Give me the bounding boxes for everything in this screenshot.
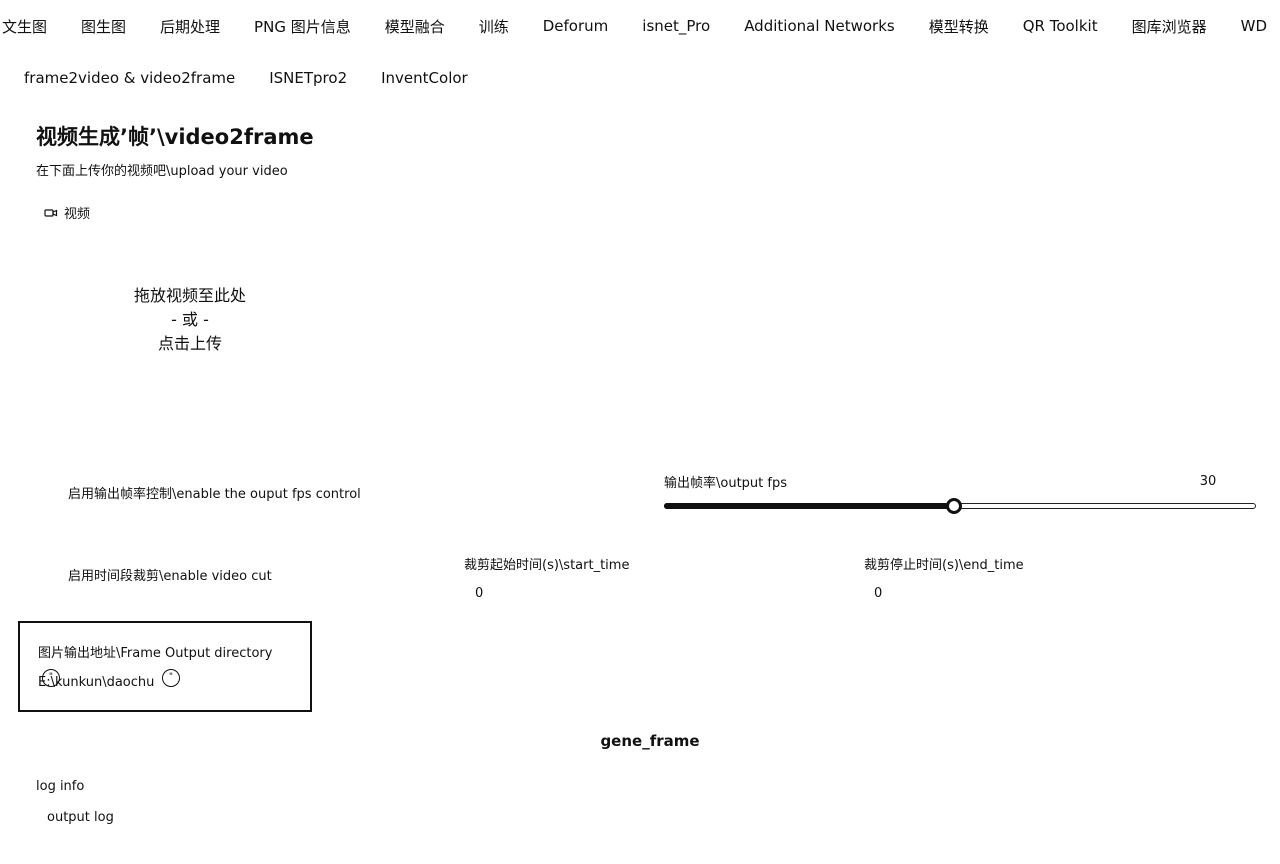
fps-slider[interactable] bbox=[664, 498, 1256, 514]
tab-model-converter[interactable]: 模型转换 bbox=[929, 16, 989, 37]
fps-slider-label: 输出帧率\output fps bbox=[664, 476, 787, 491]
tab-deforum[interactable]: Deforum bbox=[543, 17, 609, 35]
tab-image-browser[interactable]: 图库浏览器 bbox=[1132, 16, 1207, 37]
tab-checkpoint-merger[interactable]: 模型融合 bbox=[385, 16, 445, 37]
output-directory-panel: 图片输出地址\Frame Output directory " " bbox=[18, 621, 312, 712]
subtab-isnetpro2[interactable]: ISNETpro2 bbox=[269, 69, 347, 87]
video-upload-label: 视频 bbox=[44, 203, 90, 222]
video-drop-zone[interactable]: 拖放视频至此处 - 或 - 点击上传 bbox=[40, 284, 340, 364]
video-cut-checkbox[interactable]: 启用时间段裁剪\enable video cut bbox=[68, 565, 272, 584]
open-quote-icon: " bbox=[42, 669, 60, 687]
drop-text-line1: 拖放视频至此处 bbox=[133, 286, 246, 305]
tab-wd[interactable]: WD bbox=[1241, 17, 1267, 35]
tab-qr-toolkit[interactable]: QR Toolkit bbox=[1023, 17, 1098, 35]
output-directory-label: 图片输出地址\Frame Output directory bbox=[38, 646, 273, 661]
tab-train[interactable]: 训练 bbox=[479, 16, 509, 37]
subtab-frame2video[interactable]: frame2video & video2frame bbox=[24, 69, 235, 87]
page: 文生图 图生图 后期处理 PNG 图片信息 模型融合 训练 Deforum is… bbox=[0, 0, 1280, 864]
end-time-input[interactable]: 0 bbox=[874, 586, 994, 601]
drop-text-line3: 点击上传 bbox=[157, 334, 222, 353]
tab-png-info[interactable]: PNG 图片信息 bbox=[254, 16, 351, 37]
subtab-inventcolor[interactable]: InventColor bbox=[381, 69, 468, 87]
video-label-text: 视频 bbox=[64, 207, 91, 222]
fps-control-checkbox[interactable]: 启用输出帧率控制\enable the ouput fps control bbox=[68, 483, 361, 502]
tab-extras[interactable]: 后期处理 bbox=[160, 16, 220, 37]
tab-additional-networks[interactable]: Additional Networks bbox=[744, 17, 895, 35]
tab-txt2img[interactable]: 文生图 bbox=[2, 16, 47, 37]
tab-isnet-pro[interactable]: isnet_Pro bbox=[642, 17, 710, 35]
slider-fill bbox=[664, 503, 955, 509]
tab-img2img[interactable]: 图生图 bbox=[81, 16, 126, 37]
log-info-label: log info bbox=[36, 779, 85, 794]
sub-tab-bar: frame2video & video2frame ISNETpro2 Inve… bbox=[24, 66, 468, 90]
start-time-input[interactable]: 0 bbox=[475, 586, 595, 601]
top-tab-bar: 文生图 图生图 后期处理 PNG 图片信息 模型融合 训练 Deforum is… bbox=[0, 0, 1280, 52]
fps-value-input[interactable]: 30 bbox=[1192, 474, 1224, 489]
close-quote-icon: " bbox=[162, 669, 180, 687]
slider-thumb[interactable] bbox=[946, 498, 963, 514]
section-title: 视频生成’帧’\video2frame bbox=[36, 125, 314, 149]
video-camera-icon bbox=[44, 207, 58, 219]
start-time-label: 裁剪起始时间(s)\start_time bbox=[464, 558, 630, 573]
output-log-textbox[interactable]: output log bbox=[47, 810, 114, 825]
gene-frame-button[interactable]: gene_frame bbox=[560, 728, 740, 754]
end-time-label: 裁剪停止时间(s)\end_time bbox=[864, 558, 1024, 573]
drop-text-line2: - 或 - bbox=[171, 310, 209, 329]
section-subtitle: 在下面上传你的视频吧\upload your video bbox=[36, 164, 288, 179]
